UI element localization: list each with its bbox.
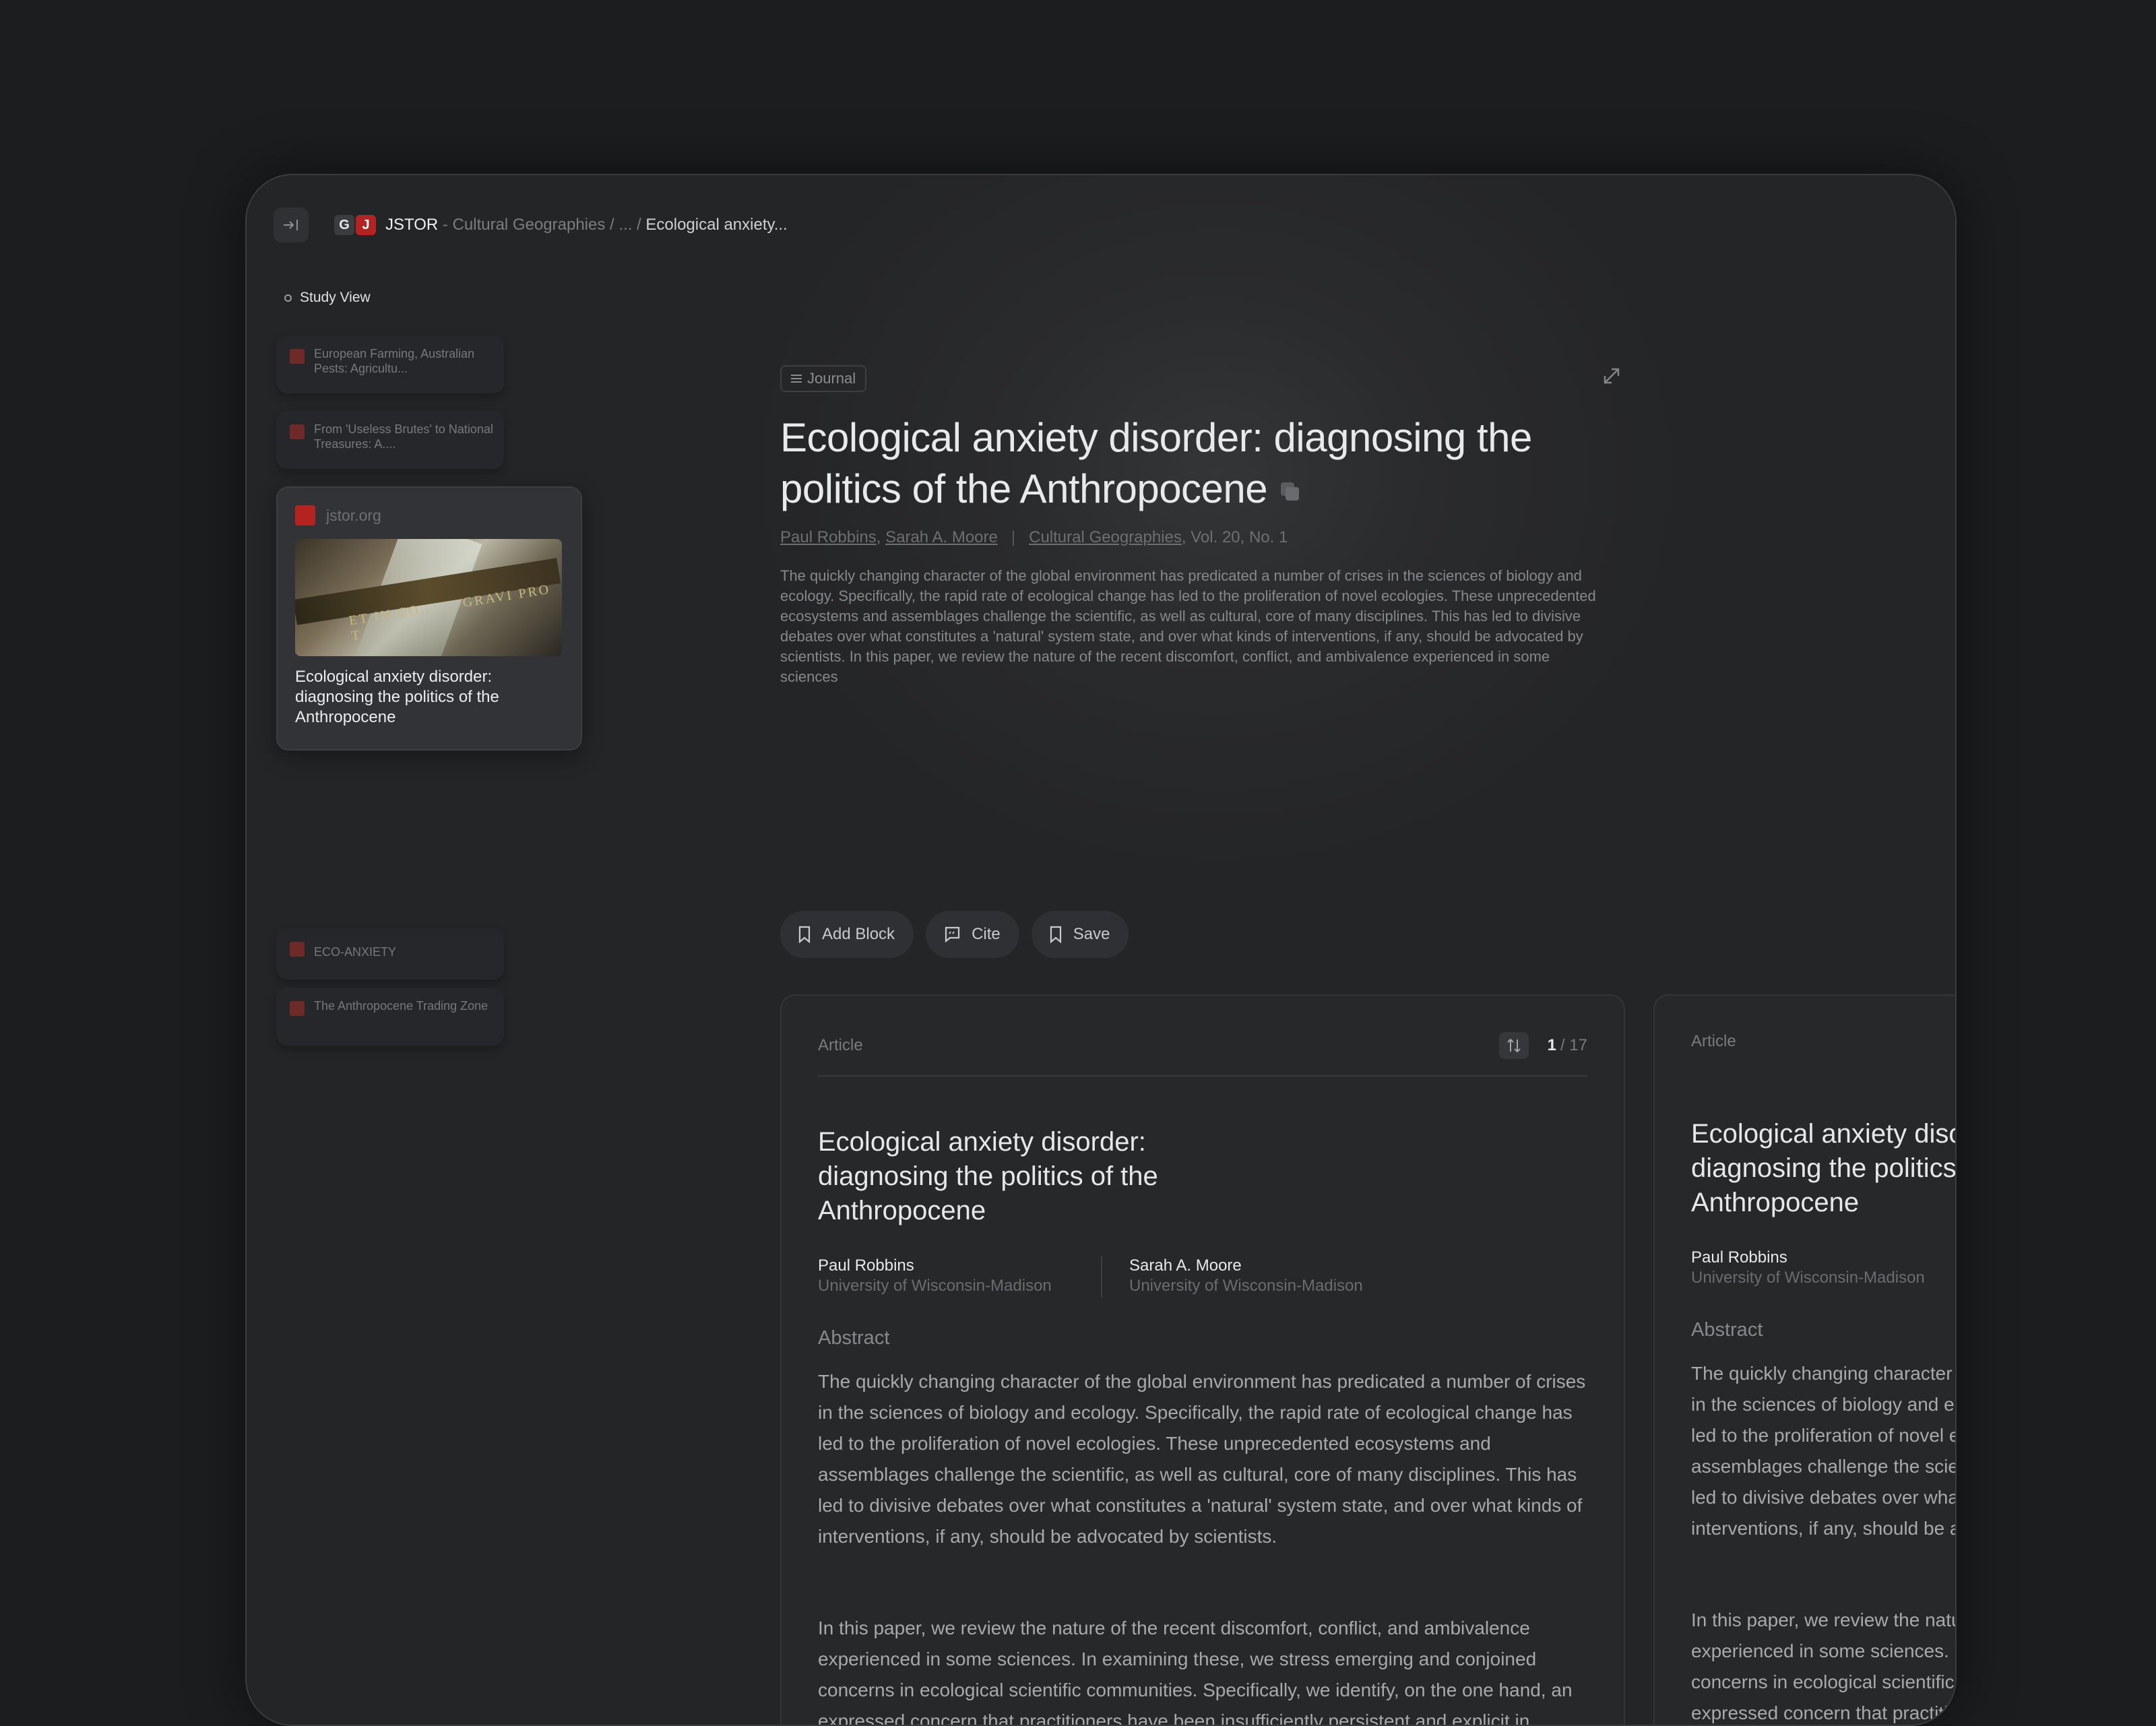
meta-divider: |: [1011, 528, 1016, 546]
article-title: Ecological anxiety disorder: diagnosing …: [1691, 1119, 1957, 1217]
bookmark-icon: [798, 926, 811, 943]
author-block: Sarah A. Moore University of Wisconsin-M…: [1129, 1256, 1363, 1296]
abstract-paragraph: The quickly changing character of the gl…: [818, 1371, 1586, 1547]
breadcrumb-path[interactable]: - Cultural Geographies / ... /: [438, 216, 645, 234]
jstor-icon: [295, 505, 315, 525]
article-label: Article: [1691, 1032, 1736, 1050]
author-link[interactable]: Paul Robbins: [780, 528, 877, 546]
bookmark-icon: [1050, 926, 1061, 943]
abstract-paragraph: In this paper, we review the nature of t…: [818, 1618, 1573, 1726]
copy-icon[interactable]: [1281, 482, 1300, 501]
jstor-icon: [290, 349, 305, 364]
abstract-paragraph: The quickly changing character of the gl…: [1691, 1363, 1955, 1539]
jstor-icon: [290, 1001, 305, 1016]
panel-divider: [818, 1075, 1587, 1077]
abstract-heading: Abstract: [818, 1327, 890, 1349]
expand-icon[interactable]: [1599, 364, 1624, 388]
author-separator: ,: [876, 528, 886, 546]
sidebar-item-label: ECO-ANXIETY: [314, 945, 397, 959]
save-button[interactable]: Save: [1031, 911, 1129, 958]
author-link[interactable]: Sarah A. Moore: [885, 528, 998, 546]
author-block: Paul Robbins University of Wisconsin-Mad…: [1691, 1248, 1955, 1288]
sidebar-item-european-farming[interactable]: European Farming, Australian Pests: Agri…: [276, 335, 504, 393]
sort-icon: [1507, 1038, 1521, 1053]
author-affiliation: University of Wisconsin-Madison: [1691, 1269, 1925, 1287]
list-icon: [791, 373, 802, 385]
card-title: Ecological anxiety disorder: diagnosing …: [295, 668, 499, 726]
author-affiliation: University of Wisconsin-Madison: [1129, 1277, 1363, 1295]
sidebar-toggle-button[interactable]: [274, 207, 309, 243]
sidebar-item-label: From 'Useless Brutes' to National Treasu…: [314, 422, 493, 451]
save-label: Save: [1073, 925, 1110, 943]
article-meta: Paul Robbins, Sarah A. Moore | Cultural Ge…: [780, 528, 1288, 547]
article-label: Article: [818, 1036, 863, 1054]
journal-link[interactable]: Cultural Geographies: [1029, 528, 1182, 546]
study-view-header[interactable]: Study View: [284, 290, 371, 306]
abstract-heading: Abstract: [1691, 1319, 1763, 1341]
author-name: Sarah A. Moore: [1129, 1256, 1242, 1275]
article-panel-secondary[interactable]: Article Ecological anxiety disorder: dia…: [1653, 994, 1957, 1725]
add-block-button[interactable]: Add Block: [780, 911, 914, 958]
card-source: jstor.org: [295, 505, 381, 525]
collapse-sidebar-icon: [284, 220, 298, 230]
jstor-icon: [290, 942, 305, 957]
page-title-text: Ecological anxiety disorder: diagnosing …: [780, 415, 1532, 511]
sidebar-item-label: European Farming, Australian Pests: Agri…: [314, 347, 475, 375]
sort-button[interactable]: [1498, 1032, 1529, 1059]
sidebar-item-label: The Anthropocene Trading Zone: [314, 999, 488, 1013]
page-title: Ecological anxiety disorder: diagnosing …: [780, 412, 1575, 515]
jstor-icon: [290, 424, 305, 439]
page-current: 1: [1547, 1036, 1556, 1054]
article-title: Ecological anxiety disorder: diagnosing …: [818, 1127, 1158, 1225]
add-block-label: Add Block: [822, 925, 895, 943]
sidebar-active-card[interactable]: jstor.org ET IN CO... ... GRAVI PRO T Ec…: [276, 486, 582, 750]
cite-button[interactable]: Cite: [926, 911, 1019, 958]
browser-window: G J JSTOR - Cultural Geographies / ... /…: [245, 174, 1957, 1726]
action-bar: Add Block Cite Save: [780, 911, 1141, 958]
breadcrumb-site[interactable]: JSTOR: [385, 216, 438, 234]
article-panel[interactable]: Article 1 / 17 Ecological anxiety disord…: [780, 994, 1625, 1726]
google-icon: G: [334, 215, 354, 235]
abstract-paragraph: In this paper, we review the nature of t…: [1691, 1609, 1957, 1723]
sidebar-item-useless-brutes[interactable]: From 'Useless Brutes' to National Treasu…: [276, 411, 504, 469]
quote-icon: [945, 926, 960, 943]
page-total: / 17: [1560, 1036, 1587, 1054]
study-view-label: Study View: [300, 290, 371, 305]
jstor-icon: J: [356, 215, 376, 235]
author-affiliation: University of Wisconsin-Madison: [818, 1277, 1052, 1295]
author-name: Paul Robbins: [818, 1256, 914, 1275]
author-name: Paul Robbins: [1691, 1248, 1787, 1267]
sidebar-item-anthropocene-trading-zone[interactable]: The Anthropocene Trading Zone: [276, 988, 504, 1046]
study-view-icon: [284, 294, 292, 302]
top-bar: G J JSTOR - Cultural Geographies / ... /…: [274, 206, 788, 244]
author-block: Paul Robbins University of Wisconsin-Mad…: [818, 1256, 1052, 1296]
volume-info: , Vol. 20, No. 1: [1181, 528, 1288, 546]
journal-tag: Journal: [780, 365, 867, 392]
abstract-summary: The quickly changing character of the gl…: [780, 567, 1596, 685]
cite-label: Cite: [972, 925, 1001, 943]
author-divider: [1101, 1256, 1102, 1298]
card-thumbnail: ET IN CO... ... GRAVI PRO T: [295, 539, 562, 656]
favicons: G J: [334, 215, 376, 235]
sidebar-item-eco-anxiety[interactable]: ECO-ANXIETY: [276, 928, 504, 980]
breadcrumb-current: Ecological anxiety...: [645, 216, 788, 234]
card-domain: jstor.org: [326, 506, 381, 524]
journal-tag-label: Journal: [807, 370, 856, 387]
breadcrumb: JSTOR - Cultural Geographies / ... / Eco…: [385, 216, 788, 234]
page-indicator: 1 / 17: [1498, 1032, 1587, 1059]
